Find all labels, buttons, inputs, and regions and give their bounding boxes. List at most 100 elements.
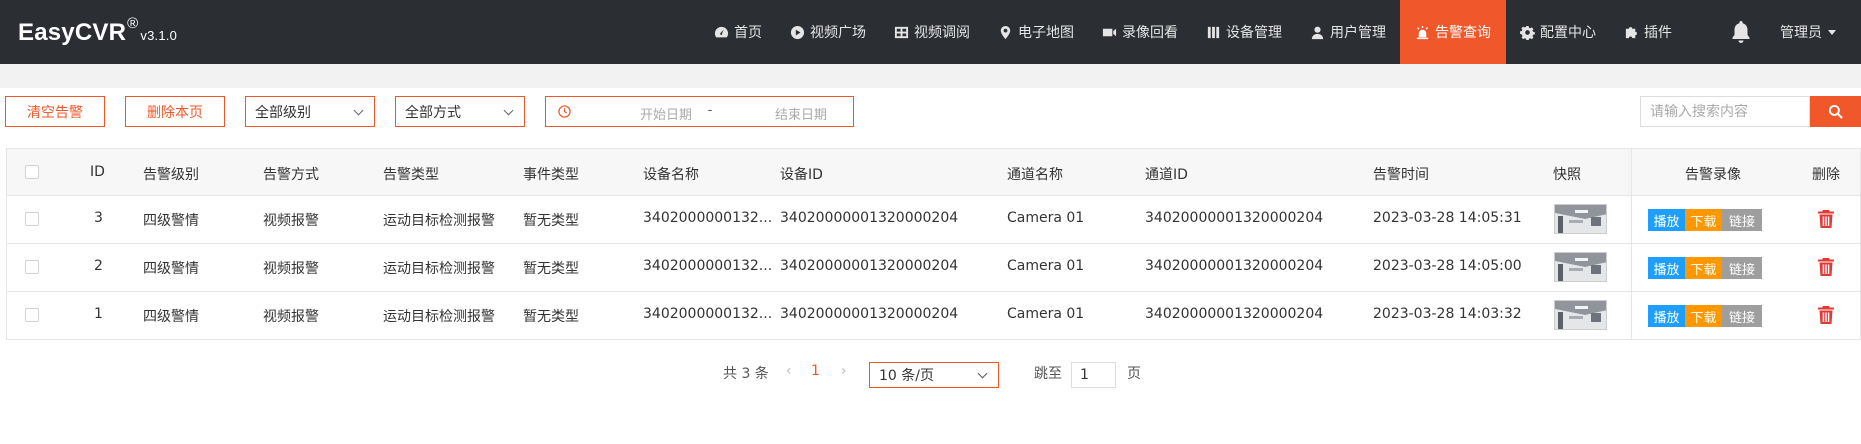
cell-event: 暂无类型	[523, 213, 579, 229]
download-button[interactable]: 下载	[1685, 257, 1722, 279]
chevron-down-icon	[503, 105, 514, 116]
alarm-level-select[interactable]: 全部级别	[245, 96, 375, 127]
cell-channel-id: 34020000001320000204	[1145, 258, 1324, 274]
select-all-checkbox[interactable]	[25, 165, 39, 179]
goto-page-input[interactable]: 1	[1071, 362, 1116, 388]
table-header: ID 告警级别 告警方式 告警类型 事件类型 设备名称 设备ID 通道名称 通道…	[7, 149, 1860, 196]
header-divider-strip	[0, 64, 1861, 88]
cell-device-name: 3402000000132...	[643, 258, 773, 274]
nav-item-video-square[interactable]: 视频广场	[776, 0, 880, 64]
alarm-method-select[interactable]: 全部方式	[395, 96, 525, 127]
caret-down-icon	[1828, 29, 1836, 35]
play-button[interactable]: 播放	[1648, 305, 1685, 327]
header-time[interactable]: 告警时间	[1373, 164, 1429, 184]
snapshot-thumbnail[interactable]	[1554, 252, 1607, 282]
nav-label: 用户管理	[1330, 25, 1386, 41]
snapshot-thumbnail[interactable]	[1554, 300, 1607, 330]
search-icon	[1828, 104, 1843, 119]
nav-label: 插件	[1644, 25, 1672, 41]
trash-icon[interactable]	[1817, 257, 1835, 277]
nav-label: 视频调阅	[914, 25, 970, 41]
clear-alarms-button[interactable]: 清空告警	[5, 96, 105, 127]
delete-page-button[interactable]: 删除本页	[125, 96, 225, 127]
row-checkbox[interactable]	[25, 212, 39, 226]
nav-item-emap[interactable]: 电子地图	[984, 0, 1088, 64]
nav-item-video-browse[interactable]: 视频调阅	[880, 0, 984, 64]
nav-item-home[interactable]: 首页	[700, 0, 776, 64]
search-button[interactable]	[1810, 96, 1861, 127]
prev-page-icon[interactable]: ‹	[786, 363, 792, 379]
nav-label: 告警查询	[1435, 25, 1491, 41]
nav-label: 视频广场	[810, 25, 866, 41]
alarm-icon	[1416, 25, 1429, 39]
header-method[interactable]: 告警方式	[263, 164, 319, 184]
header-device-id[interactable]: 设备ID	[780, 164, 823, 184]
cell-method: 视频报警	[263, 261, 319, 277]
columns-icon	[1207, 26, 1220, 38]
search-input[interactable]	[1640, 96, 1810, 127]
puzzle-icon	[1625, 26, 1637, 38]
header-channel-name[interactable]: 通道名称	[1007, 164, 1063, 184]
goto-label: 跳至	[1034, 366, 1062, 382]
brand-name: EasyCVR	[18, 19, 127, 46]
bell-icon[interactable]	[1729, 19, 1753, 45]
cell-event: 暂无类型	[523, 309, 579, 325]
fixed-column-divider	[1631, 149, 1632, 339]
play-circle-icon	[790, 25, 805, 39]
header-channel-id[interactable]: 通道ID	[1145, 164, 1188, 184]
alarm-table: ID 告警级别 告警方式 告警类型 事件类型 设备名称 设备ID 通道名称 通道…	[6, 148, 1861, 340]
link-button[interactable]: 链接	[1722, 257, 1762, 279]
download-button[interactable]: 下载	[1685, 209, 1722, 231]
nav-item-plugins[interactable]: 插件	[1610, 0, 1686, 64]
next-page-icon[interactable]: ›	[841, 363, 847, 379]
page-size-select[interactable]: 10 条/页	[869, 362, 999, 388]
header-delete: 删除	[1812, 167, 1840, 183]
cell-time: 2023-03-28 14:03:32	[1373, 306, 1522, 322]
cell-method: 视频报警	[263, 309, 319, 325]
top-navbar: EasyCVR®v3.1.0 首页 视频广场 视频调阅 电子地图 录像回看 设备…	[0, 0, 1861, 64]
header-event[interactable]: 事件类型	[523, 164, 579, 184]
nav-label: 首页	[734, 25, 762, 41]
download-button[interactable]: 下载	[1685, 305, 1722, 327]
cell-method: 视频报警	[263, 213, 319, 229]
page-number-current[interactable]: 1	[811, 363, 820, 379]
row-checkbox[interactable]	[25, 260, 39, 274]
header-device-name[interactable]: 设备名称	[643, 164, 699, 184]
nav-item-alarm-query[interactable]: 告警查询	[1400, 0, 1506, 64]
app-logo[interactable]: EasyCVR®v3.1.0	[18, 15, 177, 47]
cell-channel-id: 34020000001320000204	[1145, 210, 1324, 226]
trash-icon[interactable]	[1817, 305, 1835, 325]
alarm-level-value: 全部级别	[255, 104, 311, 121]
play-button[interactable]: 播放	[1648, 209, 1685, 231]
header-type[interactable]: 告警类型	[383, 164, 439, 184]
snapshot-image	[1555, 253, 1606, 281]
link-button[interactable]: 链接	[1722, 209, 1762, 231]
cell-device-name: 3402000000132...	[643, 306, 773, 322]
clock-icon	[558, 105, 571, 118]
header-level[interactable]: 告警级别	[143, 164, 199, 184]
cell-id: 3	[94, 210, 103, 226]
user-menu[interactable]: 管理员	[1780, 0, 1836, 64]
end-date-input[interactable]: 结束日期	[746, 104, 856, 123]
user-name: 管理员	[1780, 25, 1822, 41]
cell-channel-name: Camera 01	[1007, 306, 1085, 322]
snapshot-thumbnail[interactable]	[1554, 204, 1607, 234]
nav-item-config[interactable]: 配置中心	[1506, 0, 1610, 64]
nav-label: 配置中心	[1540, 25, 1596, 41]
cell-level: 四级警情	[143, 261, 199, 277]
table-row: 1 四级警情 视频报警 运动目标检测报警 暂无类型 3402000000132.…	[7, 292, 1860, 340]
link-button[interactable]: 链接	[1722, 305, 1762, 327]
nav-item-users[interactable]: 用户管理	[1296, 0, 1400, 64]
cell-type: 运动目标检测报警	[383, 261, 495, 277]
cell-device-id: 34020000001320000204	[780, 210, 959, 226]
video-camera-icon	[1102, 28, 1117, 36]
play-button[interactable]: 播放	[1648, 257, 1685, 279]
nav-label: 设备管理	[1226, 25, 1282, 41]
nav-item-devices[interactable]: 设备管理	[1192, 0, 1296, 64]
date-range-picker[interactable]: 开始日期 - 结束日期	[545, 96, 854, 127]
nav-item-playback[interactable]: 录像回看	[1088, 0, 1192, 64]
trash-icon[interactable]	[1817, 209, 1835, 229]
dashboard-icon	[714, 26, 729, 37]
row-checkbox[interactable]	[25, 308, 39, 322]
header-id[interactable]: ID	[90, 164, 105, 180]
